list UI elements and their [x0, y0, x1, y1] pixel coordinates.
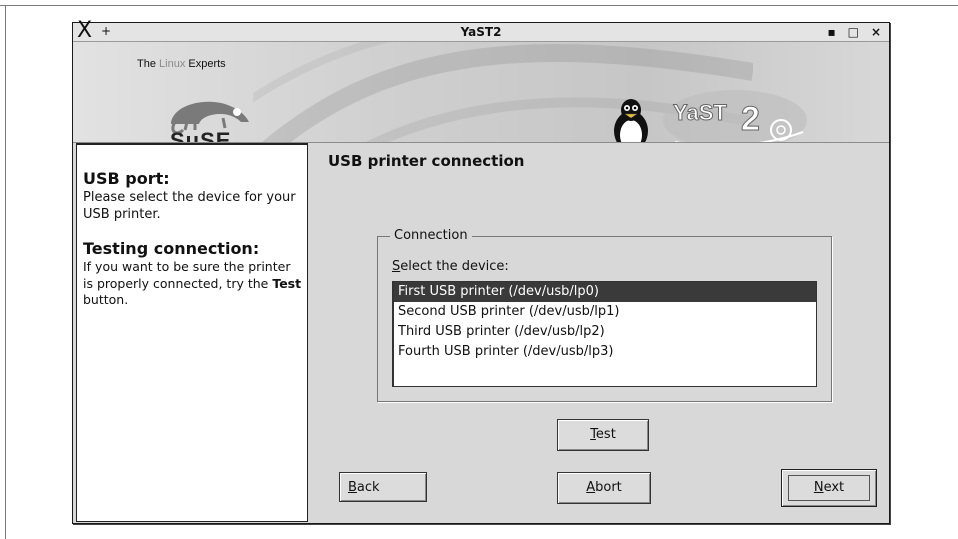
minimize-icon[interactable]: ▪ [827, 24, 837, 40]
list-item[interactable]: Second USB printer (/dev/usb/lp1) [394, 302, 816, 322]
window-title: YaST2 [460, 25, 502, 39]
test-button[interactable]: Test [557, 419, 649, 451]
list-item[interactable]: First USB printer (/dev/usb/lp0) [394, 282, 816, 302]
svg-text:YaST: YaST [673, 100, 727, 125]
device-listbox[interactable]: First USB printer (/dev/usb/lp0) Second … [392, 281, 817, 387]
title-bar[interactable]: X + YaST2 ▪ □ × [73, 19, 889, 43]
maximize-icon[interactable]: □ [848, 24, 861, 40]
connection-group-label: Connection [390, 228, 472, 244]
help-section-usb-port: USB port: Please select the device for y… [83, 169, 303, 223]
help-text-testing: If you want to be sure the printer is pr… [83, 259, 302, 307]
help-heading-testing: Testing connection: [83, 239, 260, 258]
next-button-focus-ring: Next [788, 475, 870, 501]
select-device-label: Select the device: [392, 259, 509, 274]
list-item[interactable]: Fourth USB printer (/dev/usb/lp3) [394, 342, 816, 362]
page-frame-left [5, 5, 6, 539]
close-icon[interactable]: × [871, 24, 883, 40]
help-heading-usb-port: USB port: [83, 169, 170, 188]
yast-logo: YaST 2 [663, 90, 807, 142]
next-button[interactable]: Next [781, 469, 877, 507]
back-button[interactable]: Back [339, 472, 427, 502]
help-text-usb-port: Please select the device for your USB pr… [83, 190, 296, 222]
suse-wordmark: SuSE [170, 128, 232, 143]
connection-groupbox: Connection Select the device: First USB … [377, 228, 832, 402]
page-frame-top [0, 5, 958, 6]
help-section-testing: Testing connection: If you want to be su… [83, 239, 303, 309]
svg-text:2: 2 [741, 100, 760, 138]
abort-button[interactable]: Abort [557, 472, 651, 504]
tux-penguin-logo [614, 99, 648, 142]
suse-tagline: The Linux Experts [137, 58, 226, 70]
list-item[interactable]: Third USB printer (/dev/usb/lp2) [394, 322, 816, 342]
page-title: USB printer connection [328, 152, 525, 170]
help-panel: USB port: Please select the device for y… [76, 143, 308, 522]
yast-window: X + YaST2 ▪ □ × The Linux Experts SuSE Y… [72, 19, 890, 524]
header-banner: The Linux Experts SuSE YaST 2 [73, 42, 889, 143]
window-controls: ▪ □ × [817, 24, 883, 40]
